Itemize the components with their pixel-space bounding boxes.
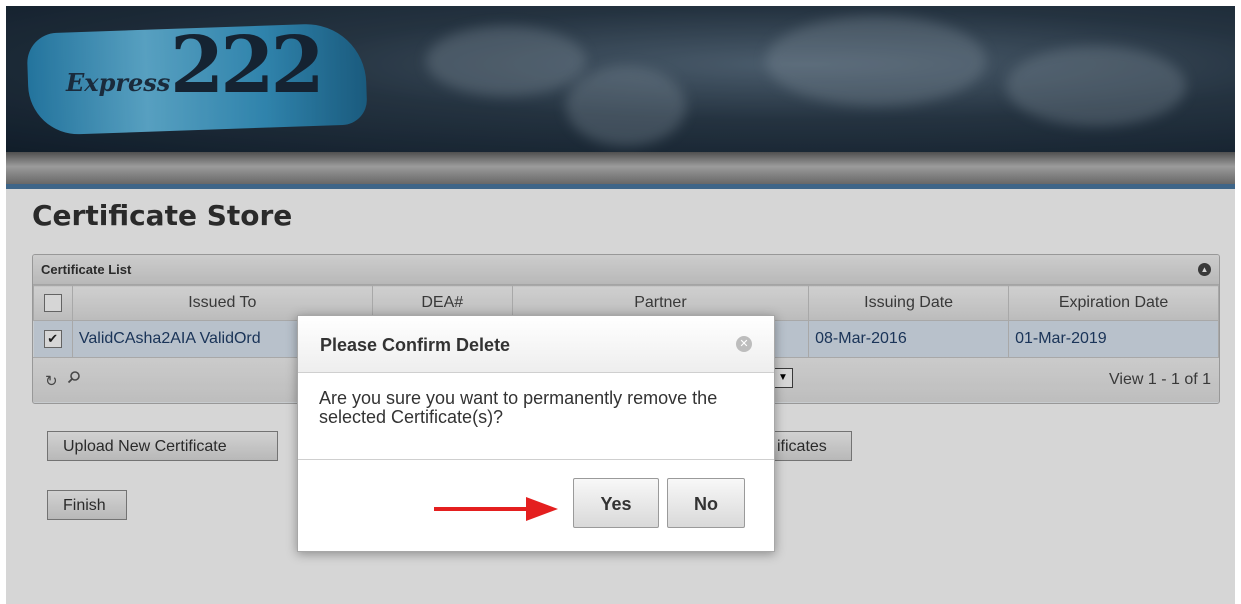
dialog-title: Please Confirm Delete: [320, 335, 511, 355]
no-button[interactable]: No: [667, 478, 745, 528]
app-window: Express 222 Certificate Store Certificat…: [6, 6, 1235, 604]
dialog-divider: [298, 459, 774, 460]
dialog-header: Please Confirm Delete ✕: [298, 316, 774, 373]
dialog-message: Are you sure you want to permanently rem…: [319, 388, 718, 427]
yes-button[interactable]: Yes: [573, 478, 659, 528]
close-icon[interactable]: ✕: [736, 336, 752, 352]
red-arrow-annotation-icon: [434, 497, 558, 521]
